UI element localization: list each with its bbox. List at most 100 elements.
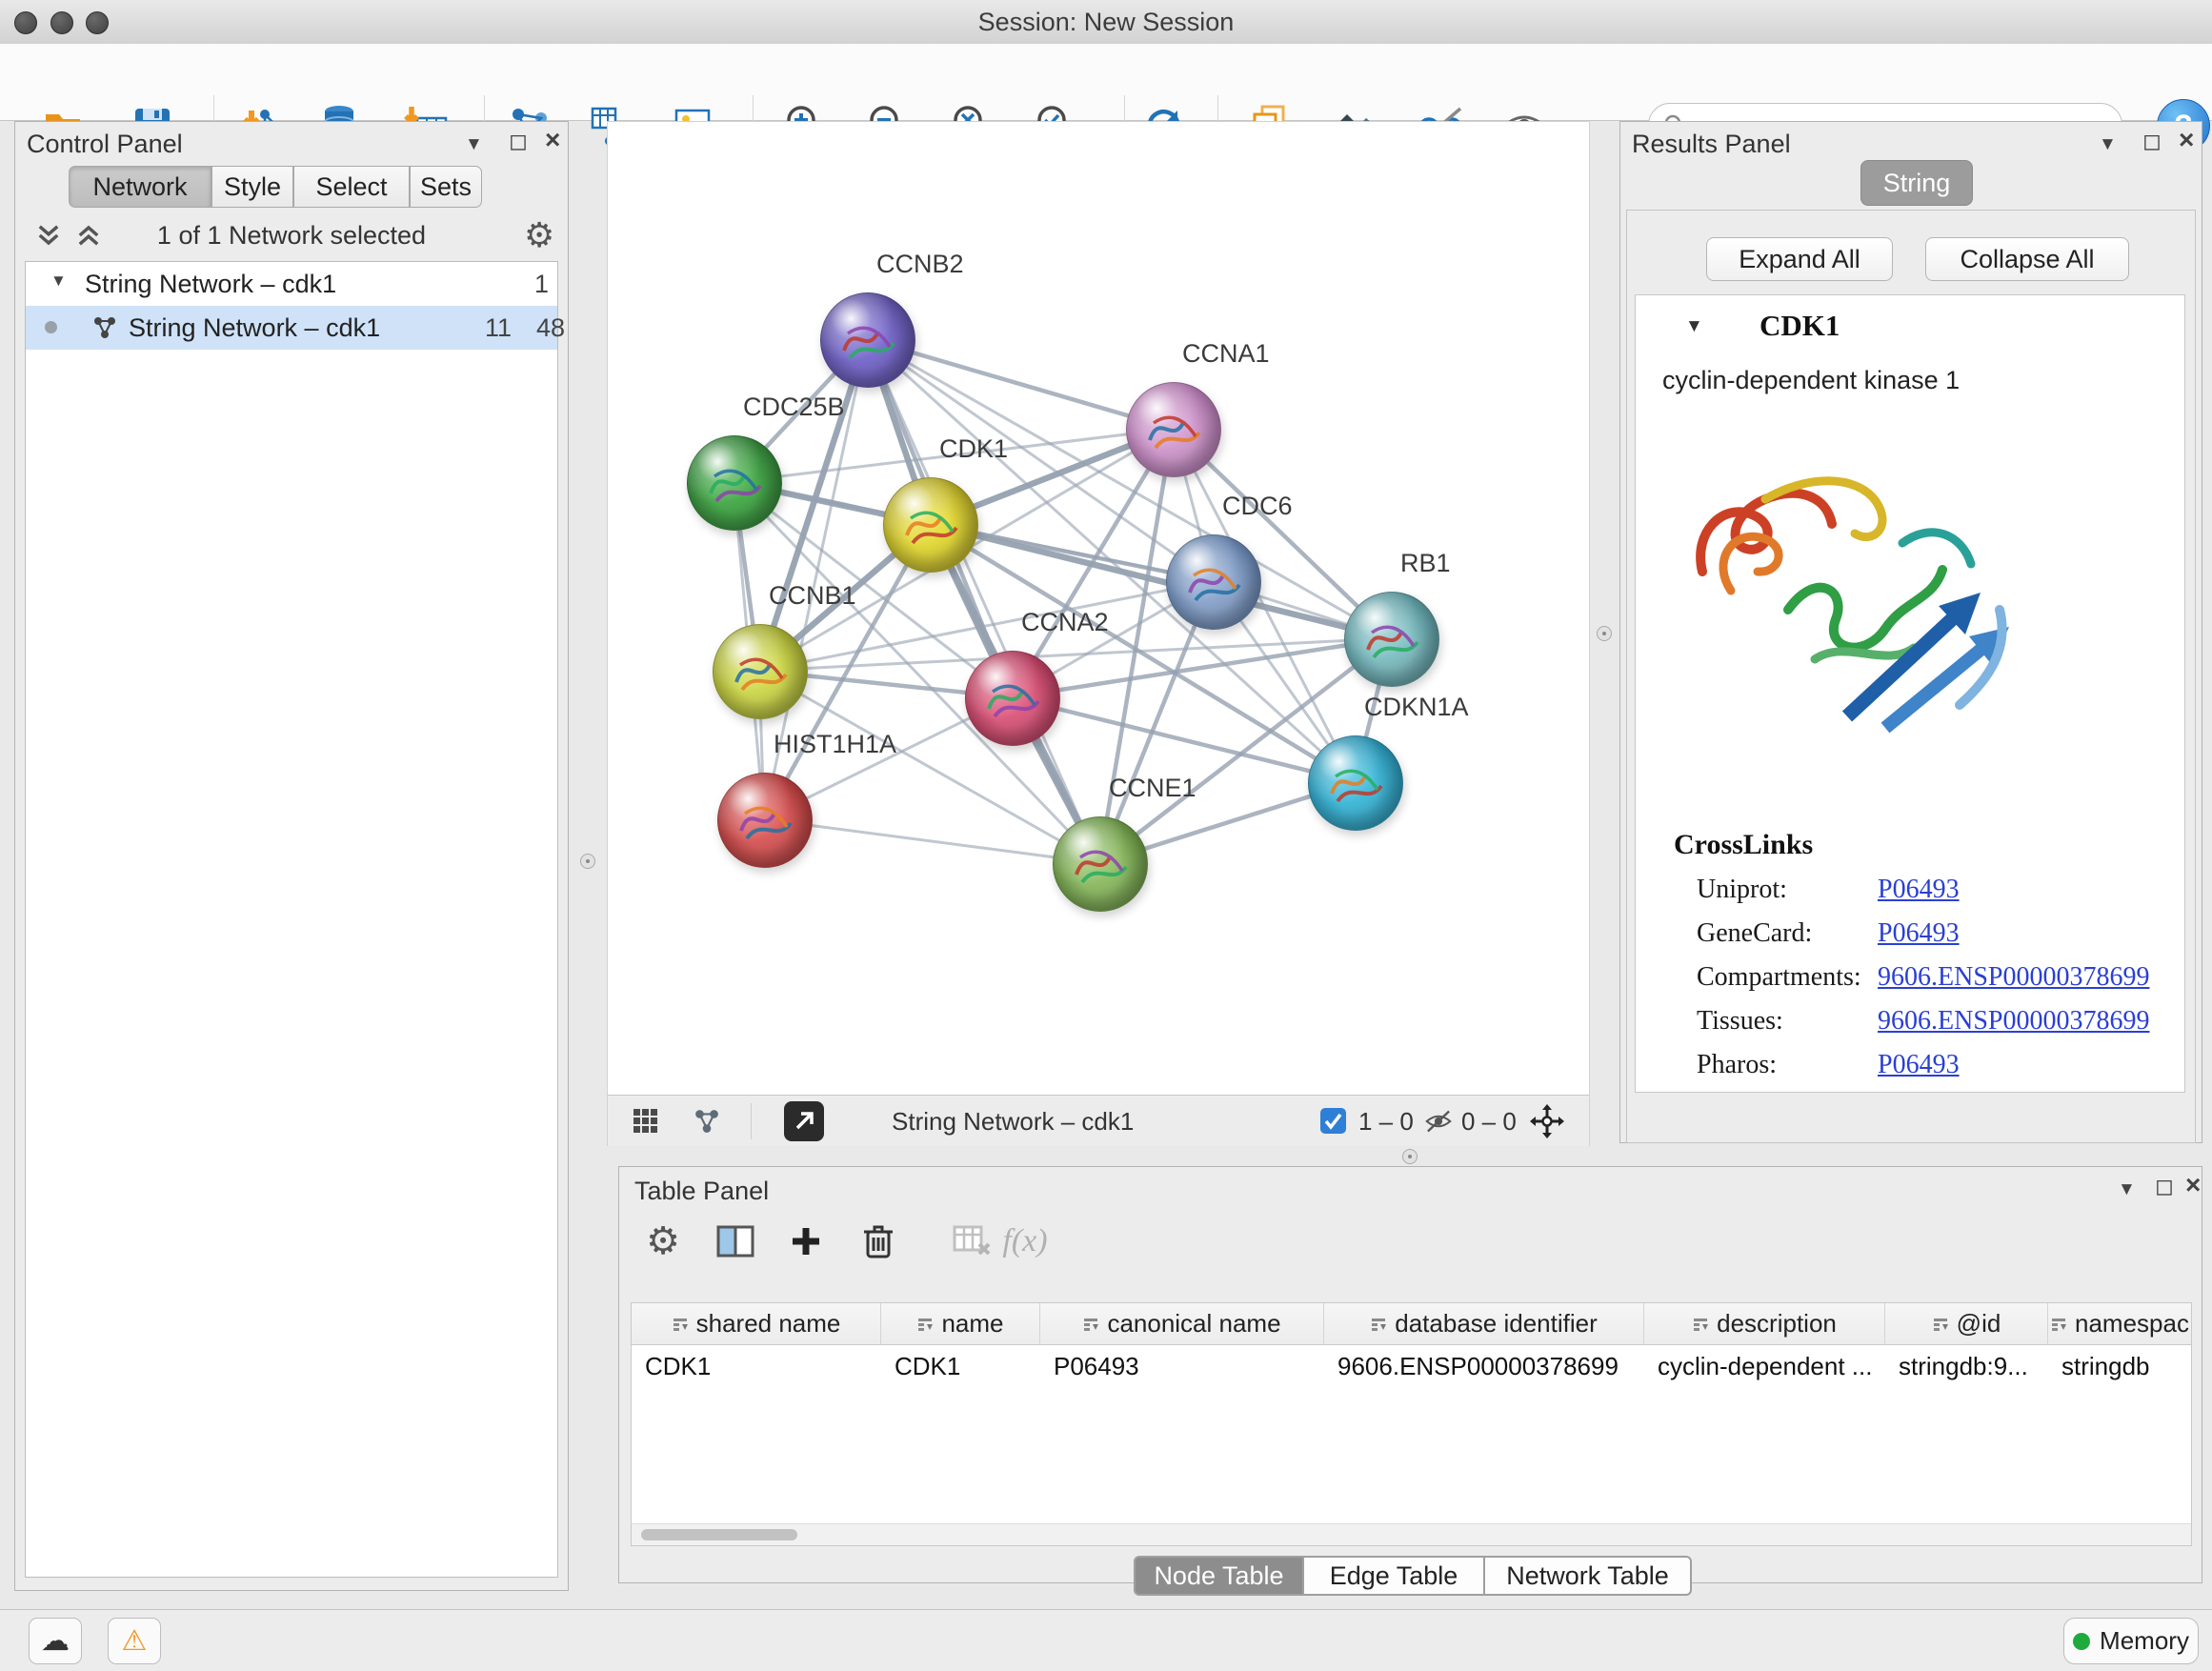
network-selection-summary: 1 of 1 Network selected: [15, 221, 568, 251]
network-collection-row[interactable]: ▼ String Network – cdk1 1: [26, 262, 557, 306]
panel-close-icon[interactable]: ×: [2179, 129, 2194, 151]
gene-name: CDK1: [1760, 309, 1840, 343]
tree-expander-icon[interactable]: ▼: [50, 272, 67, 291]
network-node-CCNB2[interactable]: [820, 292, 915, 388]
column-label: shared name: [696, 1309, 841, 1339]
tab-string[interactable]: String: [1860, 160, 1973, 206]
network-edge[interactable]: [930, 524, 1391, 638]
panel-menu-chevron-icon[interactable]: ▼: [465, 133, 483, 156]
column-header-database-identifier[interactable]: database identifier: [1324, 1303, 1644, 1345]
panel-float-icon[interactable]: ◻: [2155, 1176, 2174, 1198]
tab-network-label: Network: [92, 172, 187, 202]
gear-icon: ⚙: [646, 1219, 680, 1263]
section-expander-icon[interactable]: ▼: [1685, 316, 1703, 337]
network-node-CCNA2[interactable]: [965, 651, 1060, 746]
network-edge[interactable]: [867, 339, 1099, 863]
expand-all-button[interactable]: Expand All: [1706, 237, 1893, 281]
node-table: shared name name canonical name database…: [631, 1302, 2192, 1546]
network-node-RB1[interactable]: [1344, 592, 1439, 687]
cloud-button[interactable]: ☁: [29, 1618, 82, 1664]
tab-network[interactable]: Network: [69, 166, 211, 208]
selected-counter: 1 – 0: [1358, 1107, 1414, 1137]
horizontal-scrollbar[interactable]: [632, 1523, 2191, 1545]
crosslink-link[interactable]: P06493: [1878, 1050, 1960, 1080]
network-node-CCNA1[interactable]: [1126, 382, 1221, 477]
panel-menu-chevron-icon[interactable]: ▼: [2099, 133, 2117, 156]
crosslink-row: GeneCard:P06493: [1697, 918, 1812, 960]
crosslinks-title: CrossLinks: [1674, 829, 1813, 861]
panel-close-icon[interactable]: ×: [2185, 1174, 2201, 1197]
panel-menu-chevron-icon[interactable]: ▼: [2118, 1178, 2136, 1201]
network-share-icon[interactable]: [694, 1108, 720, 1135]
pan-crosshair-icon[interactable]: [1530, 1104, 1564, 1138]
delete-table-button-disabled[interactable]: [943, 1213, 1000, 1270]
application-window: Session: New Session: [0, 0, 2212, 1671]
crosslink-link[interactable]: 9606.ENSP00000378699: [1878, 1006, 2149, 1037]
column-sort-icon: [1932, 1316, 1949, 1333]
memory-label: Memory: [2100, 1626, 2189, 1656]
network-node-CDK1[interactable]: [883, 477, 978, 573]
current-network-dot-icon: [45, 321, 57, 333]
network-node-CDKN1A[interactable]: [1308, 735, 1403, 831]
network-node-CCNE1[interactable]: [1053, 816, 1148, 912]
apply-function-button-disabled[interactable]: f(x): [996, 1213, 1054, 1270]
crosslink-link[interactable]: P06493: [1878, 918, 1960, 949]
column-sort-icon: [2050, 1316, 2067, 1333]
tab-style[interactable]: Style: [211, 166, 293, 208]
tab-select[interactable]: Select: [293, 166, 410, 208]
delete-column-button[interactable]: [850, 1213, 907, 1270]
tab-edge-table[interactable]: Edge Table: [1302, 1556, 1485, 1596]
column-header-canonical-name[interactable]: canonical name: [1040, 1303, 1324, 1345]
show-columns-button[interactable]: [707, 1213, 764, 1270]
tab-sets[interactable]: Sets: [410, 166, 482, 208]
export-view-button[interactable]: [784, 1101, 824, 1141]
table-settings-button[interactable]: ⚙: [634, 1213, 692, 1270]
node-label-CDK1: CDK1: [939, 434, 1008, 464]
protein-structure-icon: [718, 774, 812, 867]
network-node-HIST1H1A[interactable]: [717, 773, 813, 868]
warnings-button[interactable]: ⚠: [108, 1618, 161, 1664]
node-label-CDC6: CDC6: [1222, 492, 1293, 521]
scrollbar-thumb[interactable]: [641, 1529, 797, 1540]
collapse-all-label: Collapse All: [1960, 245, 2094, 274]
panel-float-icon[interactable]: ◻: [509, 131, 528, 153]
tab-sets-label: Sets: [420, 172, 472, 202]
gear-icon[interactable]: ⚙: [524, 215, 554, 255]
hidden-eye-slash-icon[interactable]: [1423, 1108, 1454, 1135]
birdseye-grid-icon[interactable]: [633, 1108, 659, 1135]
network-row-selected[interactable]: String Network – cdk1 11 48: [26, 306, 557, 350]
crosslink-link[interactable]: P06493: [1878, 875, 1960, 905]
memory-button[interactable]: Memory: [2063, 1618, 2199, 1664]
column-header-id[interactable]: @id: [1885, 1303, 2048, 1345]
network-canvas[interactable]: CCNB2 CCNA1 CDC25B CDK1 CDC6 RB1 CCNB1 C…: [608, 122, 1589, 1095]
vertical-splitter-handle[interactable]: [1597, 626, 1612, 641]
node-count: 11: [485, 313, 512, 343]
horizontal-splitter-handle[interactable]: [1402, 1149, 1418, 1164]
protein-structure-icon: [1345, 593, 1438, 686]
column-header-description[interactable]: description: [1644, 1303, 1885, 1345]
column-header-name[interactable]: name: [881, 1303, 1040, 1345]
crosslink-link[interactable]: 9606.ENSP00000378699: [1878, 962, 2149, 993]
panel-close-icon[interactable]: ×: [545, 129, 560, 151]
column-header-namespace[interactable]: namespac: [2048, 1303, 2191, 1345]
tab-node-table[interactable]: Node Table: [1134, 1556, 1304, 1596]
crosslink-row: Uniprot:P06493: [1697, 875, 1787, 916]
vertical-splitter-handle[interactable]: [580, 854, 595, 869]
column-header-shared-name[interactable]: shared name: [632, 1303, 881, 1345]
fx-label: f(x): [1002, 1223, 1047, 1259]
add-column-button[interactable]: [777, 1213, 835, 1270]
selected-checkbox-icon[interactable]: [1320, 1108, 1346, 1134]
results-panel-title: Results Panel: [1632, 130, 1791, 159]
collapse-all-button[interactable]: Collapse All: [1925, 237, 2129, 281]
network-node-CCNB1[interactable]: [713, 624, 808, 719]
titlebar: Session: New Session: [0, 0, 2212, 45]
network-node-CDC25B[interactable]: [687, 435, 782, 531]
network-node-CDC6[interactable]: [1166, 534, 1261, 630]
column-sort-icon: [672, 1316, 689, 1333]
network-edge[interactable]: [764, 819, 1099, 863]
tab-network-table[interactable]: Network Table: [1483, 1556, 1692, 1596]
panel-float-icon[interactable]: ◻: [2142, 131, 2162, 153]
network-view-title: String Network – cdk1: [892, 1107, 1134, 1137]
gene-description: cyclin-dependent kinase 1: [1662, 366, 1960, 395]
node-label-RB1: RB1: [1400, 549, 1451, 578]
